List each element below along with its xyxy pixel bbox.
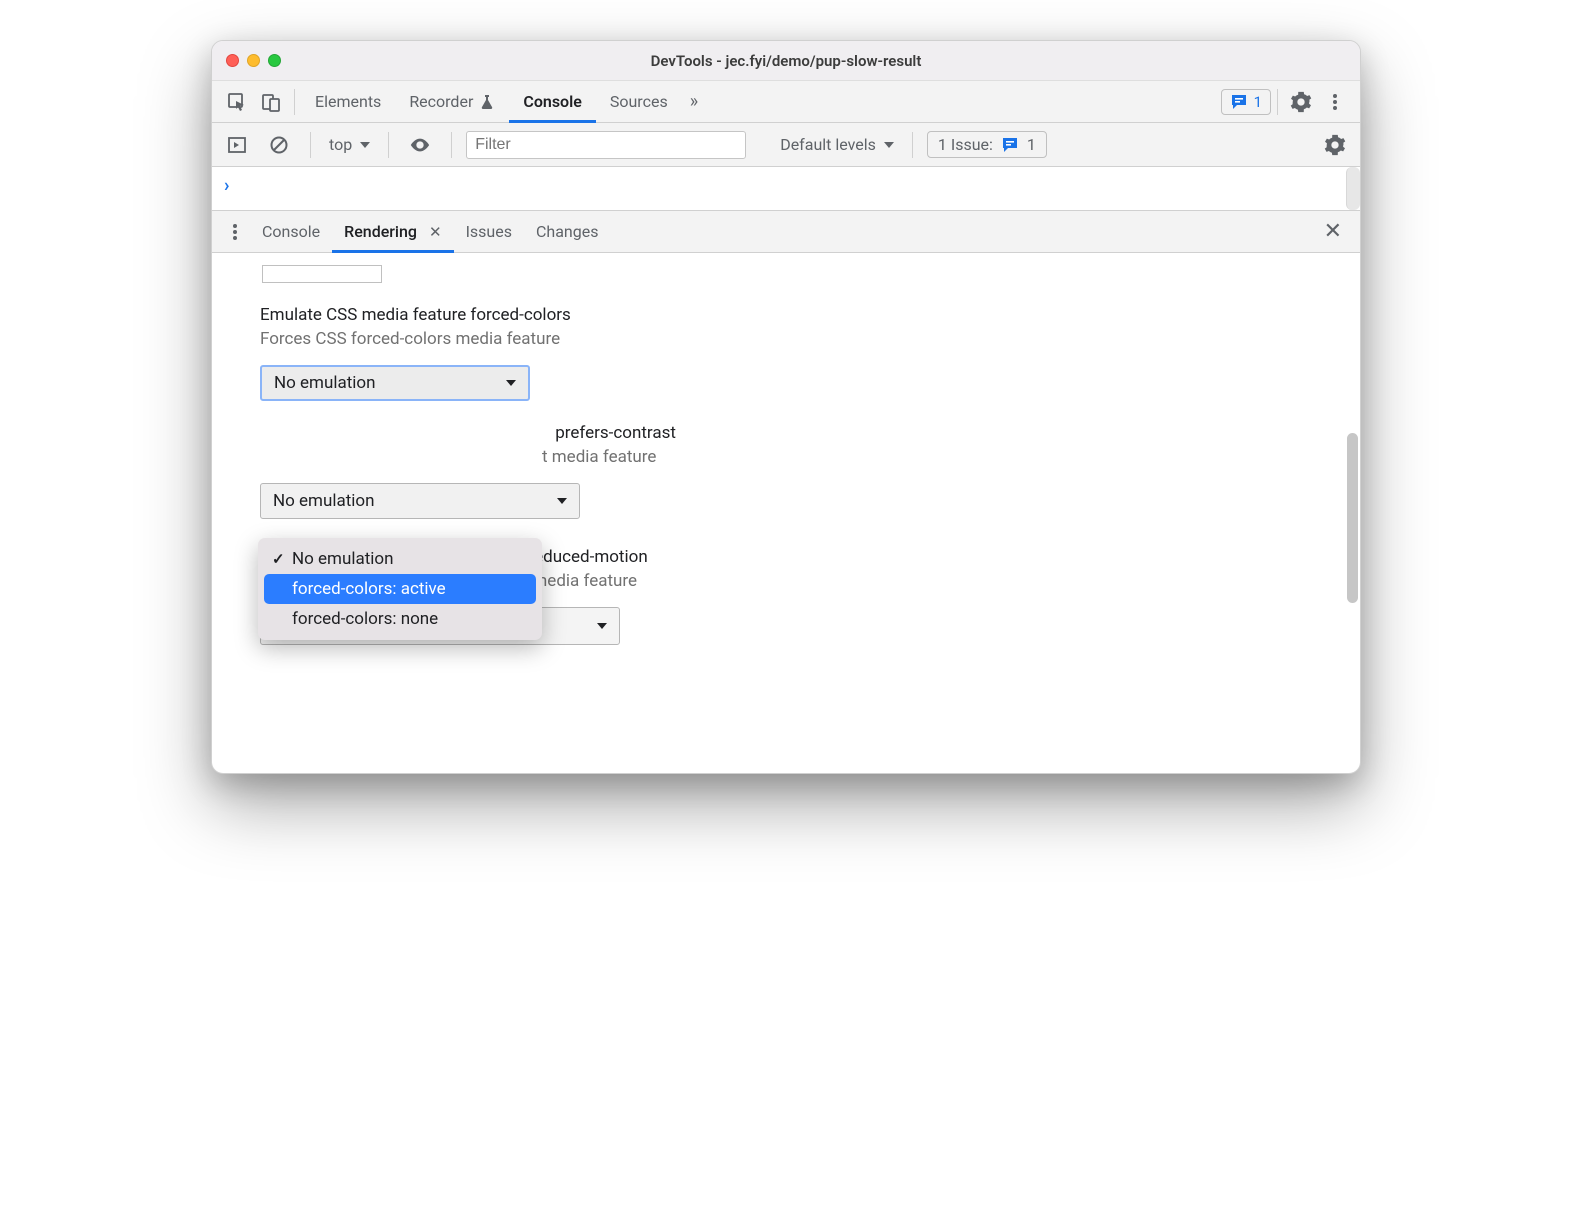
tab-label: Console bbox=[523, 92, 582, 111]
dropdown-option-forced-colors-none[interactable]: forced-colors: none bbox=[264, 604, 536, 634]
separator bbox=[1277, 89, 1278, 115]
sidebar-icon bbox=[227, 135, 247, 155]
tab-sources[interactable]: Sources bbox=[596, 81, 682, 123]
device-toolbar-icon[interactable] bbox=[254, 85, 288, 119]
log-levels-selector[interactable]: Default levels bbox=[776, 133, 898, 156]
rendering-panel: Emulate CSS media feature forced-colors … bbox=[212, 253, 1360, 773]
tab-label: Changes bbox=[536, 222, 599, 241]
rendering-scrollbar[interactable] bbox=[1345, 253, 1360, 773]
tab-recorder[interactable]: Recorder bbox=[395, 81, 509, 123]
window-controls bbox=[226, 54, 281, 67]
chevron-down-icon bbox=[557, 498, 567, 504]
chevron-down-icon bbox=[597, 623, 607, 629]
select-value: No emulation bbox=[274, 373, 376, 393]
tab-console[interactable]: Console bbox=[509, 81, 596, 123]
separator bbox=[294, 89, 295, 115]
log-levels-label: Default levels bbox=[780, 135, 876, 154]
chevron-down-icon bbox=[506, 380, 516, 386]
select-value: No emulation bbox=[273, 491, 375, 511]
close-drawer-button[interactable]: ✕ bbox=[1314, 219, 1352, 244]
message-icon bbox=[1001, 136, 1019, 154]
section-desc: t media feature bbox=[260, 447, 1336, 467]
console-toolbar: top Default levels 1 Issue: 1 bbox=[212, 123, 1360, 167]
no-sign-icon bbox=[269, 135, 289, 155]
chevron-double-right-icon: » bbox=[690, 91, 698, 112]
issues-count: 1 bbox=[1027, 135, 1036, 154]
drawer-tab-rendering[interactable]: Rendering ✕ bbox=[332, 211, 453, 253]
issues-counter[interactable]: 1 Issue: 1 bbox=[927, 131, 1047, 158]
scrollbar-stub bbox=[1346, 167, 1360, 210]
eye-icon bbox=[409, 134, 431, 156]
toggle-sidebar-button[interactable] bbox=[220, 128, 254, 162]
section-forced-colors: Emulate CSS media feature forced-colors … bbox=[260, 305, 1336, 401]
option-label: forced-colors: active bbox=[292, 579, 446, 599]
drawer-tabs: Console Rendering ✕ Issues Changes ✕ bbox=[212, 211, 1360, 253]
tab-label: Console bbox=[262, 222, 320, 241]
section-title: e prefers-contrast bbox=[260, 423, 1336, 443]
separator bbox=[388, 132, 389, 158]
main-toolbar: Elements Recorder Console Sources » 1 bbox=[212, 81, 1360, 123]
minimize-window-button[interactable] bbox=[247, 54, 260, 67]
context-label: top bbox=[329, 135, 352, 154]
live-expression-button[interactable] bbox=[403, 128, 437, 162]
forced-colors-dropdown: ✓ No emulation forced-colors: active for… bbox=[258, 538, 542, 640]
gear-icon bbox=[1290, 91, 1312, 113]
kebab-icon bbox=[225, 222, 245, 242]
window-title: DevTools - jec.fyi/demo/pup-slow-result bbox=[212, 52, 1360, 70]
prefers-contrast-select[interactable]: No emulation bbox=[260, 483, 580, 519]
tab-label: Sources bbox=[610, 92, 668, 111]
section-title: Emulate CSS media feature forced-colors bbox=[260, 305, 1336, 325]
filter-input[interactable] bbox=[466, 131, 746, 159]
partial-clipped-select bbox=[262, 265, 382, 283]
prompt-icon: › bbox=[224, 175, 229, 196]
window-titlebar: DevTools - jec.fyi/demo/pup-slow-result bbox=[212, 41, 1360, 81]
issues-badge[interactable]: 1 bbox=[1221, 89, 1271, 115]
more-tabs-button[interactable]: » bbox=[682, 91, 706, 112]
dropdown-option-no-emulation[interactable]: ✓ No emulation bbox=[264, 544, 536, 574]
console-body[interactable]: › bbox=[212, 167, 1360, 211]
separator bbox=[310, 132, 311, 158]
issues-label: 1 Issue: bbox=[938, 135, 993, 154]
more-menu-button[interactable] bbox=[1318, 85, 1352, 119]
section-prefers-contrast: e prefers-contrast t media feature No em… bbox=[260, 423, 1336, 519]
drawer-more-button[interactable] bbox=[220, 222, 250, 242]
tab-elements[interactable]: Elements bbox=[301, 81, 395, 123]
close-tab-icon[interactable]: ✕ bbox=[429, 223, 442, 241]
console-settings-button[interactable] bbox=[1318, 128, 1352, 162]
check-icon: ✓ bbox=[272, 550, 285, 568]
tab-label: Recorder bbox=[409, 92, 473, 111]
issues-count: 1 bbox=[1254, 93, 1262, 111]
dropdown-option-forced-colors-active[interactable]: forced-colors: active bbox=[264, 574, 536, 604]
gear-icon bbox=[1324, 134, 1346, 156]
tab-label: Elements bbox=[315, 92, 381, 111]
forced-colors-select[interactable]: No emulation bbox=[260, 365, 530, 401]
context-selector[interactable]: top bbox=[325, 133, 374, 156]
option-label: No emulation bbox=[292, 549, 394, 569]
drawer-tab-console[interactable]: Console bbox=[250, 211, 332, 253]
tab-label: Rendering bbox=[344, 222, 417, 241]
section-desc: Forces CSS forced-colors media feature bbox=[260, 329, 1336, 349]
separator bbox=[912, 132, 913, 158]
clear-console-button[interactable] bbox=[262, 128, 296, 162]
chevron-down-icon bbox=[360, 142, 370, 148]
devtools-window: DevTools - jec.fyi/demo/pup-slow-result … bbox=[211, 40, 1361, 774]
close-window-button[interactable] bbox=[226, 54, 239, 67]
chevron-down-icon bbox=[884, 142, 894, 148]
tab-label: Issues bbox=[466, 222, 512, 241]
separator bbox=[451, 132, 452, 158]
option-label: forced-colors: none bbox=[292, 609, 438, 629]
kebab-icon bbox=[1325, 92, 1345, 112]
maximize-window-button[interactable] bbox=[268, 54, 281, 67]
scrollbar-thumb[interactable] bbox=[1347, 433, 1358, 603]
drawer-tab-issues[interactable]: Issues bbox=[454, 211, 524, 253]
message-icon bbox=[1230, 93, 1248, 111]
drawer-tab-changes[interactable]: Changes bbox=[524, 211, 611, 253]
inspect-element-icon[interactable] bbox=[220, 85, 254, 119]
settings-button[interactable] bbox=[1284, 85, 1318, 119]
flask-icon bbox=[479, 94, 495, 110]
